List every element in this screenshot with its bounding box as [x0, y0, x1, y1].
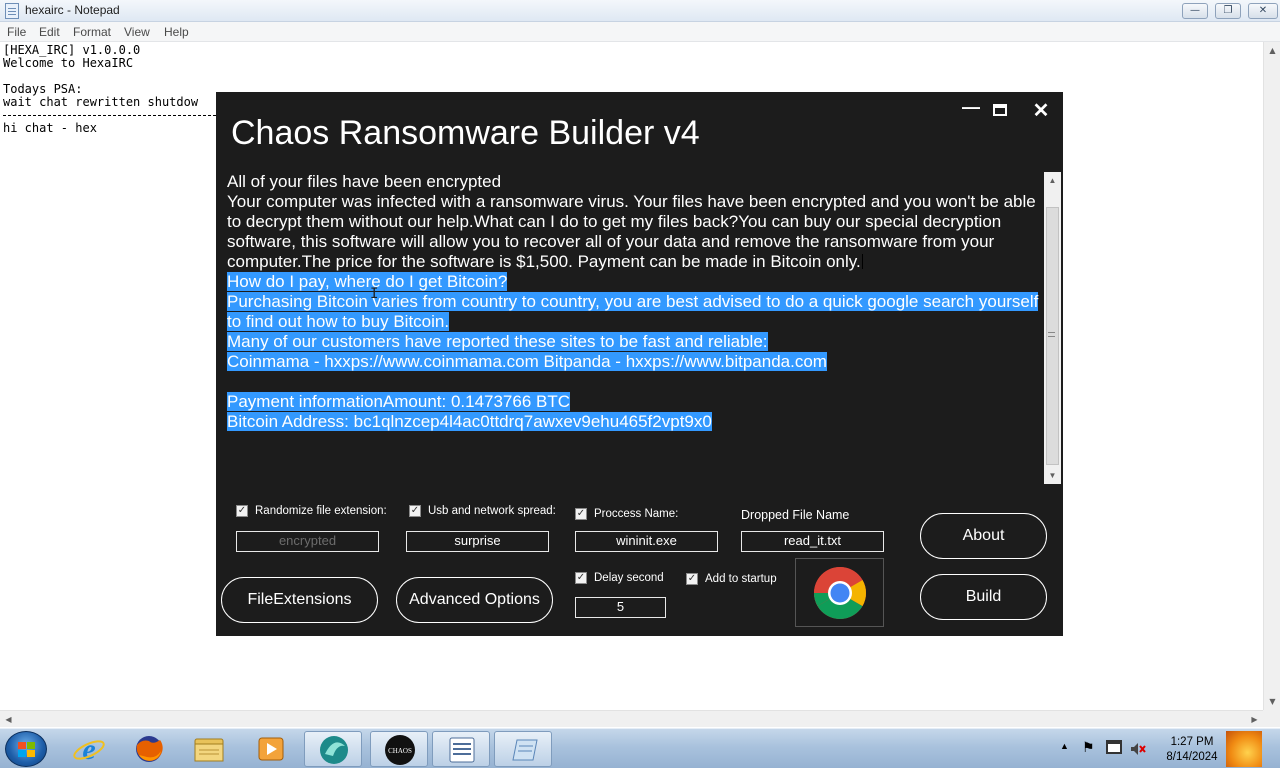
scroll-down-icon[interactable]: ▼	[1264, 693, 1280, 710]
teal-app-icon	[320, 736, 348, 764]
folder-icon	[194, 738, 224, 762]
media-player-icon	[258, 737, 284, 761]
taskbar: e CHAOS ▲ ⚑ 1:27 PM 8/14/2024	[0, 728, 1280, 768]
builder-title: Chaos Ransomware Builder v4	[231, 114, 700, 152]
taskbar-media-player[interactable]	[242, 731, 300, 767]
note-selected-line: Bitcoin Address: bc1qlnzcep4l4ac0ttdrq7a…	[227, 412, 712, 431]
file-extensions-button[interactable]: FileExtensions	[221, 577, 378, 623]
menu-help[interactable]: Help	[164, 25, 189, 39]
network-icon[interactable]	[1106, 740, 1122, 754]
horizontal-scrollbar[interactable]: ◀ ▶	[0, 710, 1263, 727]
delay-label: Delay second	[594, 572, 664, 584]
process-name-checkbox[interactable]: ✓	[575, 508, 587, 520]
taskbar-notepad[interactable]	[432, 731, 490, 767]
windows-logo-icon	[18, 742, 36, 758]
delay-input[interactable]: 5	[575, 597, 666, 618]
document-icon	[512, 739, 538, 761]
note-body: Your computer was infected with a ransom…	[227, 192, 1036, 271]
startup-checkbox[interactable]: ✓	[686, 573, 698, 585]
dropped-file-input[interactable]: read_it.txt	[741, 531, 884, 552]
builder-minimize-button[interactable]: —	[960, 98, 982, 122]
builder-close-button[interactable]: ✕	[1030, 100, 1052, 122]
scrollbar-corner	[1263, 710, 1280, 727]
build-button[interactable]: Build	[920, 574, 1047, 620]
usb-spread-label: Usb and network spread:	[428, 505, 556, 517]
menu-file[interactable]: File	[7, 25, 26, 39]
text-line: hi chat - hex	[3, 121, 97, 135]
start-button[interactable]	[5, 731, 47, 767]
close-button[interactable]: ✕	[1248, 3, 1278, 19]
scroll-right-icon[interactable]: ▶	[1246, 711, 1263, 728]
clock-time: 1:27 PM	[1170, 736, 1214, 748]
firefox-icon	[136, 736, 163, 762]
menu-format[interactable]: Format	[73, 25, 111, 39]
note-selected-line: Coinmama - hxxps://www.coinmama.com Bitp…	[227, 352, 827, 371]
usb-spread-input[interactable]: surprise	[406, 531, 549, 552]
taskbar-wordpad[interactable]	[494, 731, 552, 767]
chrome-icon	[814, 567, 866, 619]
notepad-icon	[449, 737, 475, 763]
advanced-options-button[interactable]: Advanced Options	[396, 577, 553, 623]
internet-explorer-icon: e	[73, 733, 105, 766]
delay-checkbox[interactable]: ✓	[575, 572, 587, 584]
taskbar-internet-explorer[interactable]: e	[60, 731, 118, 767]
process-name-input[interactable]: wininit.exe	[575, 531, 718, 552]
note-selected-line: Purchasing Bitcoin varies from country t…	[227, 292, 1039, 331]
taskbar-chaos-builder[interactable]: CHAOS	[370, 731, 428, 767]
svg-text:e: e	[82, 733, 95, 766]
menu-edit[interactable]: Edit	[39, 25, 60, 39]
notepad-text-area[interactable]: [HEXA_IRC] v1.0.0.0 Welcome to HexaIRC Tod…	[3, 44, 198, 135]
scroll-grip-icon	[1048, 332, 1055, 337]
icon-picker[interactable]	[795, 558, 884, 627]
chaos-icon-label: CHAOS	[388, 747, 412, 755]
process-name-label: Proccess Name:	[594, 508, 679, 520]
chaos-builder-window: Chaos Ransomware Builder v4 — ✕ All of y…	[216, 92, 1063, 636]
ibeam-cursor-icon: I	[370, 286, 379, 302]
system-clock[interactable]: 1:27 PM 8/14/2024	[1160, 735, 1224, 765]
note-selected-line: Many of our customers have reported thes…	[227, 332, 768, 351]
note-heading: All of your files have been encrypted	[227, 172, 502, 191]
note-selected-line: Payment informationAmount: 0.1473766 BTC	[227, 392, 571, 411]
usb-spread-checkbox[interactable]: ✓	[409, 505, 421, 517]
chaos-icon: CHAOS	[385, 735, 415, 765]
minimize-button[interactable]: —	[1182, 3, 1208, 19]
text-separator	[3, 115, 216, 116]
volume-muted-icon[interactable]	[1130, 741, 1146, 755]
scroll-left-icon[interactable]: ◀	[0, 711, 17, 728]
menu-bar: File Edit Format View Help	[0, 22, 1280, 42]
window-title: hexairc - Notepad	[25, 3, 120, 17]
notepad-app-icon	[5, 3, 19, 19]
vertical-scrollbar[interactable]: ▲ ▼	[1263, 42, 1280, 710]
startup-label: Add to startup	[705, 573, 777, 585]
taskbar-file-explorer[interactable]	[180, 731, 238, 767]
randomize-extension-label: Randomize file extension:	[255, 505, 387, 517]
about-button[interactable]: About	[920, 513, 1047, 559]
maximize-button[interactable]: ❐	[1215, 3, 1241, 19]
show-desktop-button[interactable]	[1226, 731, 1262, 767]
taskbar-app-teal[interactable]	[304, 731, 362, 767]
text-line: Welcome to HexaIRC	[3, 56, 134, 70]
scroll-up-icon[interactable]: ▲	[1044, 172, 1061, 189]
menu-view[interactable]: View	[124, 25, 150, 39]
builder-maximize-button[interactable]	[993, 104, 1007, 116]
ransom-note-textbox[interactable]: All of your files have been encrypted Yo…	[227, 172, 1045, 484]
text-caret	[861, 254, 863, 269]
tray-overflow-icon[interactable]: ▲	[1060, 741, 1069, 751]
randomize-extension-checkbox[interactable]: ✓	[236, 505, 248, 517]
notepad-titlebar[interactable]: hexairc - Notepad — ❐ ✕	[0, 0, 1280, 22]
extension-input[interactable]: encrypted	[236, 531, 379, 552]
note-selected-line: How do I pay, where do I get Bitcoin?	[227, 272, 508, 291]
scroll-up-icon[interactable]: ▲	[1264, 42, 1280, 59]
taskbar-firefox[interactable]	[120, 731, 178, 767]
dropped-file-label: Dropped File Name	[741, 508, 850, 522]
note-scrollbar[interactable]: ▲ ▼	[1044, 172, 1061, 484]
action-center-flag-icon[interactable]: ⚑	[1082, 739, 1095, 756]
scroll-down-icon[interactable]: ▼	[1044, 467, 1061, 484]
clock-date: 8/14/2024	[1166, 751, 1218, 763]
text-line: wait chat rewritten shutdow	[3, 95, 199, 109]
